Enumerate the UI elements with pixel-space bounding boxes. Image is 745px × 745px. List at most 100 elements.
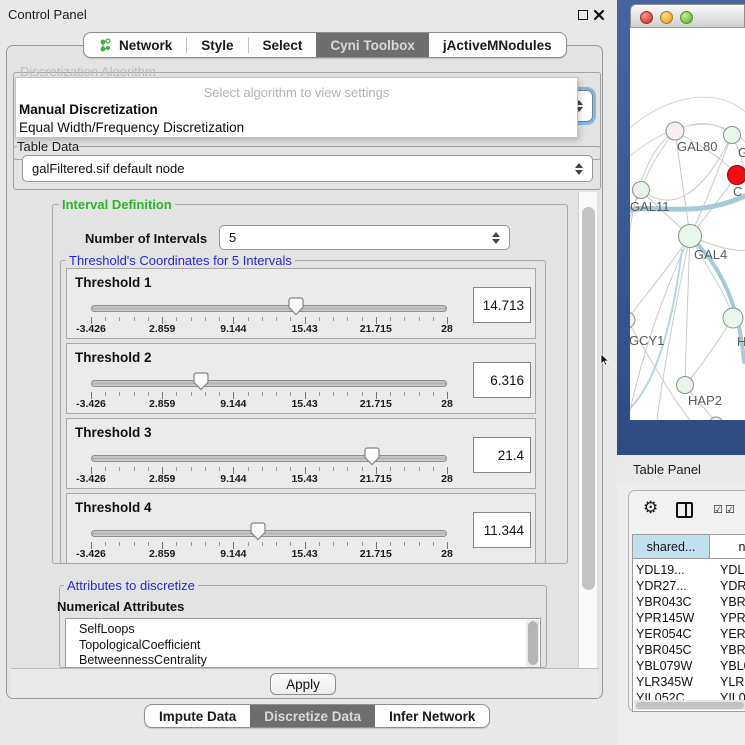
slider-tick — [333, 467, 334, 471]
slider-thumb[interactable] — [193, 372, 209, 391]
slider-tick — [290, 542, 291, 546]
slider-scale-label: 9.144 — [220, 323, 246, 335]
column-header[interactable]: shared... — [633, 535, 710, 558]
number-of-intervals-combobox[interactable]: 5 — [219, 225, 510, 250]
table-row[interactable]: YDL19...YDL1 — [633, 562, 745, 578]
edge — [685, 236, 690, 385]
slider-track[interactable] — [91, 380, 447, 387]
zoom-traffic-icon[interactable] — [680, 11, 693, 24]
graph-node-hi[interactable] — [723, 308, 743, 328]
node-label: C — [733, 184, 742, 199]
slider-track[interactable] — [91, 530, 447, 537]
slider-scale-label: 28 — [441, 398, 453, 410]
table-data-combobox[interactable]: galFiltered.sif default node — [22, 155, 593, 182]
tab-jactivemnodules[interactable]: jActiveMNodules — [429, 33, 566, 57]
table-row[interactable]: YBR045CYBR0 — [633, 642, 745, 658]
threshold-label: Threshold 1 — [75, 275, 152, 290]
slider-tick — [191, 467, 192, 471]
slider-tick — [433, 392, 434, 396]
table-horizontal-scrollbar[interactable] — [634, 700, 745, 710]
tab-label: Select — [263, 38, 303, 53]
slider-thumb[interactable] — [250, 522, 266, 541]
threshold-value-field[interactable]: 6.316 — [473, 362, 531, 398]
graph-node[interactable] — [709, 417, 723, 420]
tab-discretize-data[interactable]: Discretize Data — [250, 705, 375, 727]
gear-icon[interactable]: ⚙ — [643, 500, 658, 517]
column-layout-icon[interactable] — [676, 502, 693, 518]
number-of-intervals-label: Number of Intervals — [85, 231, 207, 246]
graph-node-gal80[interactable] — [666, 122, 684, 140]
checkbox-icon[interactable]: ☑ — [713, 504, 723, 515]
attribute-item[interactable]: TopologicalCoefficient — [79, 638, 200, 652]
slider-track[interactable] — [91, 305, 447, 312]
tab-infer-network[interactable]: Infer Network — [375, 705, 489, 727]
threshold-value-field[interactable]: 21.4 — [473, 437, 531, 473]
tab-style[interactable]: Style — [187, 33, 247, 57]
table-data-group-title: Table Data — [17, 139, 79, 154]
apply-bar: Apply — [11, 668, 599, 698]
thresholds-container: Threshold 1-3.4262.8599.14415.4321.71528… — [60, 260, 546, 564]
close-traffic-icon[interactable] — [640, 11, 653, 24]
settings-vertical-scrollbar[interactable] — [578, 192, 597, 668]
table-header-row: shared...na — [633, 535, 745, 559]
graph-node-c[interactable] — [728, 166, 745, 185]
slider-tick — [176, 317, 177, 321]
attributes-scrollbar[interactable] — [526, 620, 539, 668]
slider-tick — [347, 467, 348, 471]
dropdown-item-equal-width[interactable]: Equal Width/Frequency Discretization — [19, 120, 244, 135]
slider-scale-label: -3.426 — [76, 398, 106, 410]
numerical-attributes-list[interactable]: SelfLoops TopologicalCoefficientBetweenne… — [65, 618, 541, 668]
slider-tick — [219, 467, 220, 471]
slider-thumb[interactable] — [288, 297, 304, 316]
table-panel: ⚙ ☑ ☑ shared...na YDL19...YDL1YDR27...YD… — [628, 490, 745, 712]
slider-tick — [262, 392, 263, 396]
attribute-item[interactable]: BetweennessCentrality — [79, 653, 207, 667]
dropdown-item-manual-discretization[interactable]: Manual Discretization — [19, 102, 158, 117]
table-cell: YLR3 — [710, 674, 745, 690]
screen: Control Panel Discretization Algorithm S… — [0, 0, 745, 745]
threshold-value-field[interactable]: 14.713 — [473, 287, 531, 323]
checkbox-icon[interactable]: ☑ — [725, 504, 735, 515]
slider-tick — [176, 392, 177, 396]
slider-scale-label: 2.859 — [149, 398, 175, 410]
slider-tick — [176, 467, 177, 471]
apply-button[interactable]: Apply — [270, 673, 336, 695]
table-row[interactable]: YDR27...YDR2 — [633, 578, 745, 594]
slider-scale-label: -3.426 — [76, 323, 106, 335]
slider-tick — [248, 542, 249, 546]
attribute-item[interactable]: SelfLoops — [79, 622, 135, 636]
tab-select[interactable]: Select — [249, 33, 317, 57]
table-cell: YDR27... — [633, 578, 710, 594]
slider-thumb[interactable] — [364, 447, 380, 466]
slider-scale-label: 28 — [441, 323, 453, 335]
column-header[interactable]: na — [710, 535, 745, 558]
table-row[interactable]: YER054CYER0 — [633, 626, 745, 642]
table-hscrollbar-thumb[interactable] — [636, 702, 744, 709]
table-row[interactable]: YLR345WYLR3 — [633, 674, 745, 690]
slider-track[interactable] — [91, 455, 447, 462]
network-canvas[interactable]: GAL80GALCGAL11GAL4GCY1HIHAP2 — [630, 28, 745, 420]
minimize-traffic-icon[interactable] — [660, 11, 673, 24]
slider-tick — [262, 317, 263, 321]
graph-node-gcy1[interactable] — [630, 312, 635, 328]
threshold-value-field[interactable]: 11.344 — [473, 512, 531, 548]
table-row[interactable]: YPR145WYPR1 — [633, 610, 745, 626]
graph-node-hap2[interactable] — [677, 377, 694, 394]
tab-impute-data[interactable]: Impute Data — [145, 705, 250, 727]
graph-node-gal4[interactable] — [679, 225, 702, 248]
network-window-titlebar[interactable] — [630, 4, 745, 28]
attributes-group-title: Attributes to discretize — [64, 578, 198, 593]
node-table[interactable]: shared...na YDL19...YDL1YDR27...YDR2YBR0… — [632, 534, 745, 712]
close-icon[interactable] — [593, 8, 605, 22]
settings-scrollbar-thumb[interactable] — [582, 207, 595, 590]
graph-node-gal[interactable] — [724, 127, 741, 144]
table-row[interactable]: YBL079WYBL0 — [633, 658, 745, 674]
attributes-scrollbar-thumb[interactable] — [528, 621, 538, 665]
slider-tick — [134, 542, 135, 546]
graph-node-gal11[interactable] — [633, 182, 650, 199]
float-window-icon[interactable] — [578, 10, 588, 20]
slider-scale-label: 9.144 — [220, 398, 246, 410]
tab-cyni-toolbox[interactable]: Cyni Toolbox — [316, 33, 429, 57]
table-row[interactable]: YBR043CYBR0 — [633, 594, 745, 610]
tab-network[interactable]: Network — [84, 33, 186, 57]
